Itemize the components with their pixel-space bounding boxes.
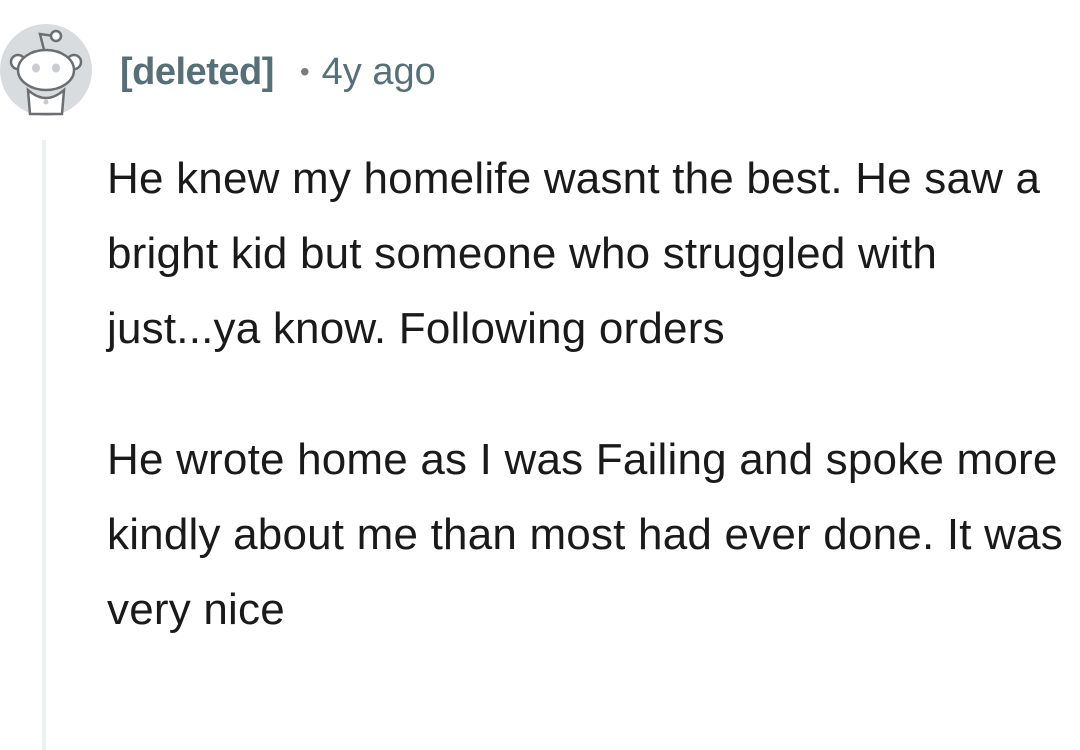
snoo-avatar-icon xyxy=(0,24,92,116)
user-avatar[interactable] xyxy=(0,24,92,116)
comment-header: [deleted] • 4y ago xyxy=(120,44,436,100)
comment-paragraph: He wrote home as I was Failing and spoke… xyxy=(107,435,1063,634)
comment-age: 4y ago xyxy=(321,50,436,93)
comment-paragraph: He knew my homelife wasnt the best. He s… xyxy=(107,154,1041,353)
comment-body: He knew my homelife wasnt the best. He s… xyxy=(107,141,1072,703)
comment-author[interactable]: [deleted] xyxy=(120,51,274,94)
thread-line[interactable] xyxy=(42,140,46,750)
meta-separator: • xyxy=(299,56,310,87)
